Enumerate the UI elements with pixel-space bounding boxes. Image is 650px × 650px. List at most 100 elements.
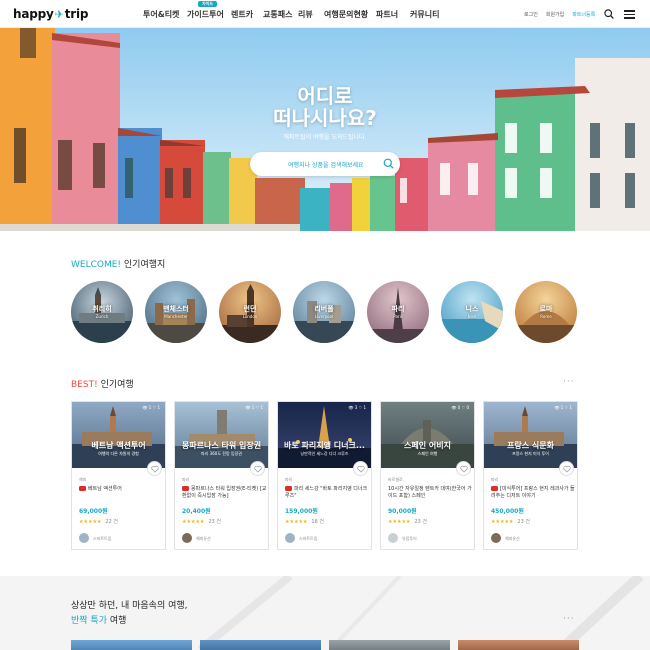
hero-subtitle: 해피트립이 여행을 도와드립니다.: [283, 134, 367, 141]
review-count: 23 건: [414, 519, 427, 525]
deal-card-image[interactable]: [329, 640, 450, 650]
destination-manchester[interactable]: 맨체스터 Manchester: [145, 281, 207, 343]
hero-search-input[interactable]: 여행지나 상품을 검색해보세요: [250, 152, 400, 176]
review-count: 23 건: [517, 519, 530, 525]
review-count: 18 건: [311, 519, 324, 525]
nav-item-review[interactable]: 리뷰: [298, 9, 324, 20]
destination-name: 리버풀: [314, 305, 334, 313]
destination-name: 니스: [465, 305, 479, 313]
nav-item-inquiry[interactable]: 여행문의현황: [324, 9, 376, 20]
nav-item-tour-ticket[interactable]: 투어&티켓: [143, 9, 187, 20]
avatar: [79, 533, 89, 543]
card-rating: ★★★★★ 23 건: [491, 518, 530, 525]
destination-name: 파리: [391, 305, 405, 313]
search-icon[interactable]: [604, 9, 614, 19]
card-guide: 스마트트립: [79, 533, 111, 543]
card-title[interactable]: 파리 세느강 "바토 파리지앵 디너크루즈": [285, 486, 371, 500]
wishlist-button[interactable]: [353, 461, 368, 476]
card-stats: 👁 1 ♡ 1: [142, 405, 160, 410]
hero-banner: 어디로 떠나시나요? 해피트립이 여행을 도와드립니다. 여행지나 상품을 검색…: [0, 28, 650, 231]
signup-link[interactable]: 회원가입: [546, 11, 564, 18]
destination-liverpool[interactable]: 리버풀 Liverpool: [293, 281, 355, 343]
nav-item-guide-tour[interactable]: 가이드 가이드투어: [187, 1, 231, 20]
card-title[interactable]: 몽파르나스 타워 입장권(E-티켓) [교환없이 즉시입장 가능]: [182, 486, 268, 500]
search-icon[interactable]: [383, 158, 394, 169]
star-icons: ★★★★★: [491, 519, 514, 525]
avatar: [388, 533, 398, 543]
review-count: 23 건: [208, 519, 221, 525]
destination-name: 런던: [243, 305, 257, 313]
avatar: [285, 533, 295, 543]
deal-card-image[interactable]: [71, 640, 192, 650]
wishlist-button[interactable]: [147, 461, 162, 476]
hero-title-line2: 떠나시나요?: [273, 106, 377, 130]
destination-name: 로마: [539, 305, 553, 313]
menu-icon[interactable]: [624, 10, 635, 19]
card-image-title: 프랑스 식문화: [507, 441, 554, 450]
wishlist-button[interactable]: [250, 461, 265, 476]
star-icons: ★★★★★: [182, 519, 205, 525]
deal-card-image[interactable]: [200, 640, 321, 650]
card-price: 69,000원: [79, 508, 108, 515]
util-links: 로그인 회원가입 파트너등록: [524, 11, 595, 18]
nav-item-label: 가이드투어: [187, 10, 224, 19]
nav-item-partner[interactable]: 파트너: [376, 9, 410, 20]
youtube-icon: [182, 486, 189, 491]
guide-name: 스마트트립: [299, 536, 318, 541]
card-stats: 👁 1 ♡ 1: [245, 405, 263, 410]
destination-london[interactable]: 런던 London: [219, 281, 281, 343]
card-title[interactable]: 베트남 액션투어: [79, 486, 165, 493]
card-image-title: 스페인 어비지: [404, 441, 451, 450]
card-seller: 파리: [182, 477, 190, 482]
product-card[interactable]: 👁 0 ♡ 0 스페인 어비지 스페인 여행 바르셀로 10시간 자유일정 렌트…: [380, 401, 475, 550]
more-button[interactable]: ···: [563, 377, 575, 387]
special-deal-line2: 여행: [109, 616, 127, 626]
card-title-text: 몽파르나스 타워 입장권(E-티켓) [교환없이 즉시입장 가능]: [182, 486, 267, 499]
partner-register-link[interactable]: 파트너등록: [572, 11, 595, 18]
best-title: 인기여행: [100, 380, 134, 390]
product-card[interactable]: 👁 1 ♡ 1 베트남 액션투어 여행의 다른 차원의 경험 해피 베트남 액션…: [71, 401, 166, 550]
card-rating: ★★★★★ 23 건: [388, 518, 427, 525]
guide-name: 유럽투어: [402, 536, 417, 541]
card-image: 👁 1 ♡ 1 프랑스 식문화 프랑스 현지 미식 투어: [484, 402, 577, 468]
card-image: 👁 3 ♡ 1 바토 파리지앵 디너크... 낭만적인 세느강 디너 크루즈: [278, 402, 371, 468]
destination-rome[interactable]: 로마 Rome: [515, 281, 577, 343]
product-card[interactable]: 👁 3 ♡ 1 바토 파리지앵 디너크... 낭만적인 세느강 디너 크루즈 파…: [277, 401, 372, 550]
avatar: [491, 533, 501, 543]
star-icons: ★★★★★: [388, 519, 411, 525]
card-title-text: 파리 세느강 "바토 파리지앵 디너크루즈": [285, 486, 368, 499]
best-section-title: BEST! 인기여행: [71, 377, 134, 390]
card-image-subtitle: 여행의 다른 차원의 경험: [98, 451, 139, 456]
card-title[interactable]: 10시간 자유일정 렌트카 대여(한국어 가이드 포함) 스페인: [388, 486, 474, 500]
star-icons: ★★★★★: [285, 519, 308, 525]
card-title-text: 베트남 액션투어: [88, 486, 122, 492]
more-button[interactable]: ···: [563, 614, 575, 624]
search-placeholder: 여행지나 상품을 검색해보세요: [288, 162, 364, 169]
product-card[interactable]: 👁 1 ♡ 1 프랑스 식문화 프랑스 현지 미식 투어 파리 [미식투어] 프…: [483, 401, 578, 550]
card-stats: 👁 3 ♡ 1: [348, 405, 366, 410]
destination-nice[interactable]: 니스 Nice: [441, 281, 503, 343]
wishlist-button[interactable]: [456, 461, 471, 476]
youtube-icon: [79, 486, 86, 491]
destination-name: 취리히: [92, 305, 112, 313]
destination-paris[interactable]: 파리 Paris: [367, 281, 429, 343]
destination-en: Zurich: [95, 314, 109, 319]
nav-item-rentcar[interactable]: 렌트카: [231, 9, 263, 20]
nav-item-transport-pass[interactable]: 교통패스: [263, 9, 298, 20]
product-card[interactable]: 👁 1 ♡ 1 몽파르나스 타워 입장권 파리 360도 전망 입장권 파리 몽…: [174, 401, 269, 550]
logo[interactable]: happy✈trip: [13, 7, 88, 21]
logo-text-happy: happy: [13, 7, 54, 21]
card-image-subtitle: 낭만적인 세느강 디너 크루즈: [300, 451, 349, 456]
plane-icon: ✈: [54, 8, 64, 21]
nav-item-community[interactable]: 커뮤니티: [410, 9, 450, 20]
welcome-title: 인기여행지: [123, 260, 166, 270]
card-seller: 해피: [79, 477, 87, 482]
login-link[interactable]: 로그인: [524, 11, 538, 18]
card-image-title: 몽파르나스 타워 입장권: [181, 441, 262, 450]
card-image-subtitle: 스페인 여행: [417, 451, 438, 456]
special-deal-title: 상상만 하던, 내 마음속의 여행, 반짝 특가 여행: [71, 599, 188, 629]
card-title[interactable]: [미식투어] 프랑스 현지 레과사가 들려주는 디저트 이야기: [491, 486, 577, 500]
destination-zurich[interactable]: 취리히 Zurich: [71, 281, 133, 343]
deal-card-image[interactable]: [458, 640, 579, 650]
wishlist-button[interactable]: [559, 461, 574, 476]
